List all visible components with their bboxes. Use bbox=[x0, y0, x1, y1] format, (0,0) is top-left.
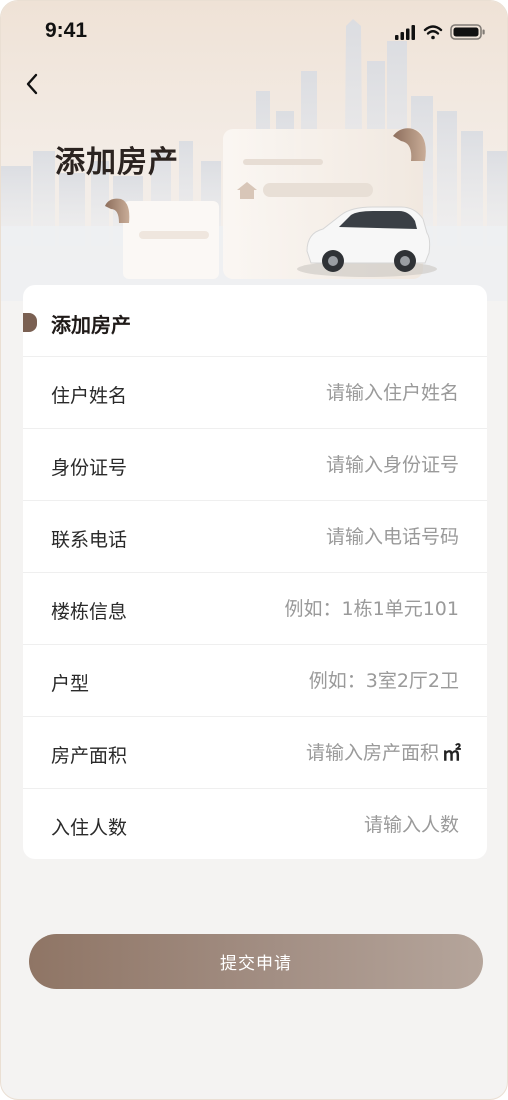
field-row-layout: 户型 bbox=[23, 645, 487, 717]
occupants-input[interactable] bbox=[229, 809, 459, 841]
name-input[interactable] bbox=[229, 377, 459, 409]
field-row-building: 楼栋信息 bbox=[23, 573, 487, 645]
area-unit: ㎡ bbox=[441, 743, 461, 765]
field-label: 联系电话 bbox=[51, 529, 128, 551]
battery-icon bbox=[450, 24, 485, 40]
field-label: 入住人数 bbox=[51, 817, 128, 839]
field-label: 房产面积 bbox=[51, 745, 128, 767]
layout-input[interactable] bbox=[229, 665, 459, 697]
form-card: 添加房产 住户姓名 身份证号 联系电话 楼栋信息 户型 房产面积 ㎡ bbox=[23, 285, 487, 859]
phone-input[interactable] bbox=[229, 521, 459, 553]
status-icons bbox=[395, 24, 485, 40]
signal-icon bbox=[395, 25, 415, 40]
area-input[interactable] bbox=[239, 737, 439, 769]
phone-screen: 9:41 添加房产 添加房产 住户姓名 请输入住户姓名 身份证号 请输入身份证号… bbox=[0, 0, 508, 1100]
field-row-area: 房产面积 ㎡ bbox=[23, 717, 487, 789]
field-row-name: 住户姓名 bbox=[23, 357, 487, 429]
field-label: 身份证号 bbox=[51, 457, 128, 479]
field-row-id: 身份证号 bbox=[23, 429, 487, 501]
wifi-icon bbox=[423, 25, 443, 40]
chevron-left-icon bbox=[26, 73, 38, 95]
submit-button[interactable]: 提交申请 bbox=[29, 934, 483, 989]
field-row-phone: 联系电话 bbox=[23, 501, 487, 573]
status-time: 9:41 bbox=[45, 19, 88, 42]
section-marker bbox=[23, 313, 37, 332]
field-row-occupants: 入住人数 bbox=[23, 789, 487, 861]
back-button[interactable] bbox=[17, 69, 47, 99]
building-input[interactable] bbox=[229, 593, 459, 625]
field-label: 户型 bbox=[51, 673, 90, 695]
id-number-input[interactable] bbox=[229, 449, 459, 481]
status-bar: 9:41 bbox=[1, 1, 507, 61]
page-title: 添加房产 bbox=[55, 145, 179, 180]
form-section-header: 添加房产 bbox=[23, 285, 487, 357]
form-section-title: 添加房产 bbox=[51, 313, 131, 337]
field-label: 楼栋信息 bbox=[51, 601, 128, 623]
field-label: 住户姓名 bbox=[51, 385, 128, 407]
